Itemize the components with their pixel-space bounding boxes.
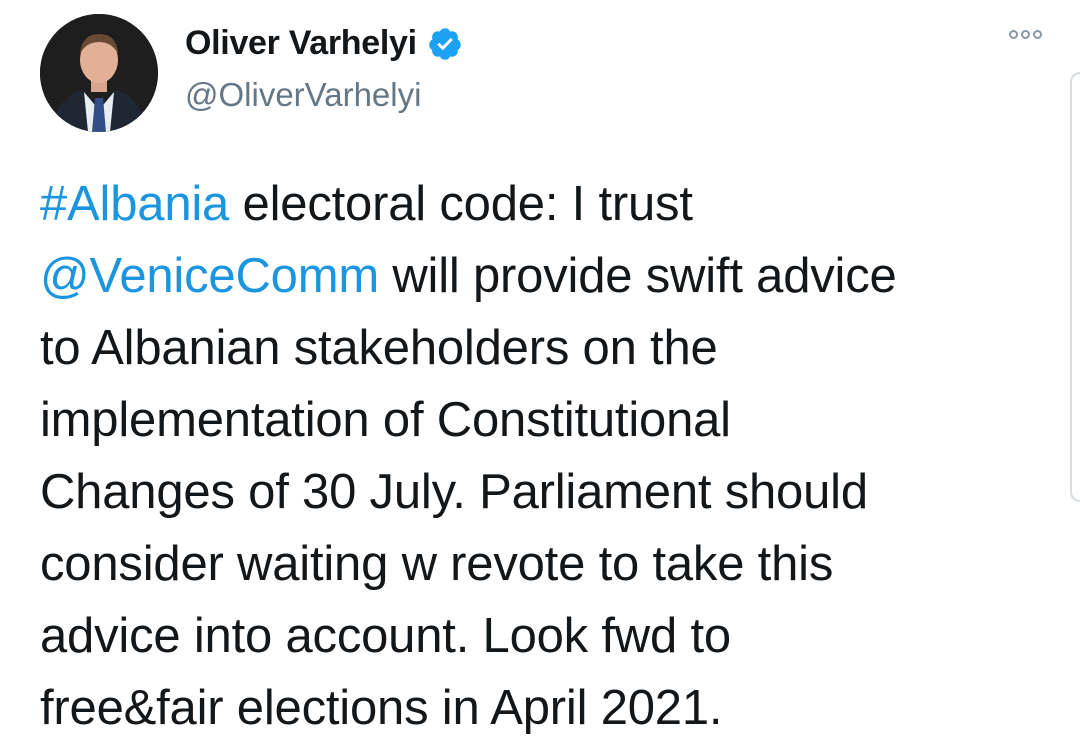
tweet-text-line: to Albanian stakeholders on the (40, 312, 1040, 384)
tweet-text-segment: will provide swift advice (378, 249, 897, 303)
tweet-text-segment: free&fair elections in April 2021. (40, 681, 723, 735)
tweet-text-segment: advice into account. Look fwd to (40, 609, 731, 663)
tweet-text-segment: consider waiting w revote to take this (40, 537, 834, 591)
author-display-name[interactable]: Oliver Varhelyi (185, 24, 417, 63)
tweet-text-line: Changes of 30 July. Parliament should (40, 456, 1040, 528)
tweet-text-segment: electoral code: I trust (229, 177, 693, 231)
dot (1033, 30, 1042, 39)
scrollbar[interactable] (1070, 72, 1080, 502)
author-name-row: Oliver Varhelyi (185, 24, 463, 63)
mention-link[interactable]: @VeniceComm (40, 249, 379, 303)
more-options-icon[interactable] (1009, 30, 1042, 39)
avatar[interactable] (40, 14, 158, 132)
tweet-text-segment: implementation of Constitutional (40, 393, 731, 447)
tweet-text-segment: Changes of 30 July. Parliament should (40, 465, 868, 519)
tweet-text-line: free&fair elections in April 2021. (40, 672, 1040, 736)
tweet-text-line: @VeniceComm will provide swift advice (40, 240, 1040, 312)
tweet-text: #Albania electoral code: I trust @VeniceC… (40, 168, 1040, 736)
dot (1021, 30, 1030, 39)
verified-badge-icon (427, 26, 463, 62)
profile-photo-icon (40, 14, 158, 132)
tweet-text-line: consider waiting w revote to take this (40, 528, 1040, 600)
tweet-text-line: implementation of Constitutional (40, 384, 1040, 456)
author-handle[interactable]: @OliverVarhelyi (185, 76, 421, 114)
tweet-text-line: advice into account. Look fwd to (40, 600, 1040, 672)
tweet-text-line: #Albania electoral code: I trust (40, 168, 1040, 240)
hashtag-link[interactable]: #Albania (40, 177, 229, 231)
tweet-card: Oliver Varhelyi @OliverVarhelyi #Albania… (0, 0, 1080, 736)
tweet-text-segment: to Albanian stakeholders on the (40, 321, 718, 375)
dot (1009, 30, 1018, 39)
